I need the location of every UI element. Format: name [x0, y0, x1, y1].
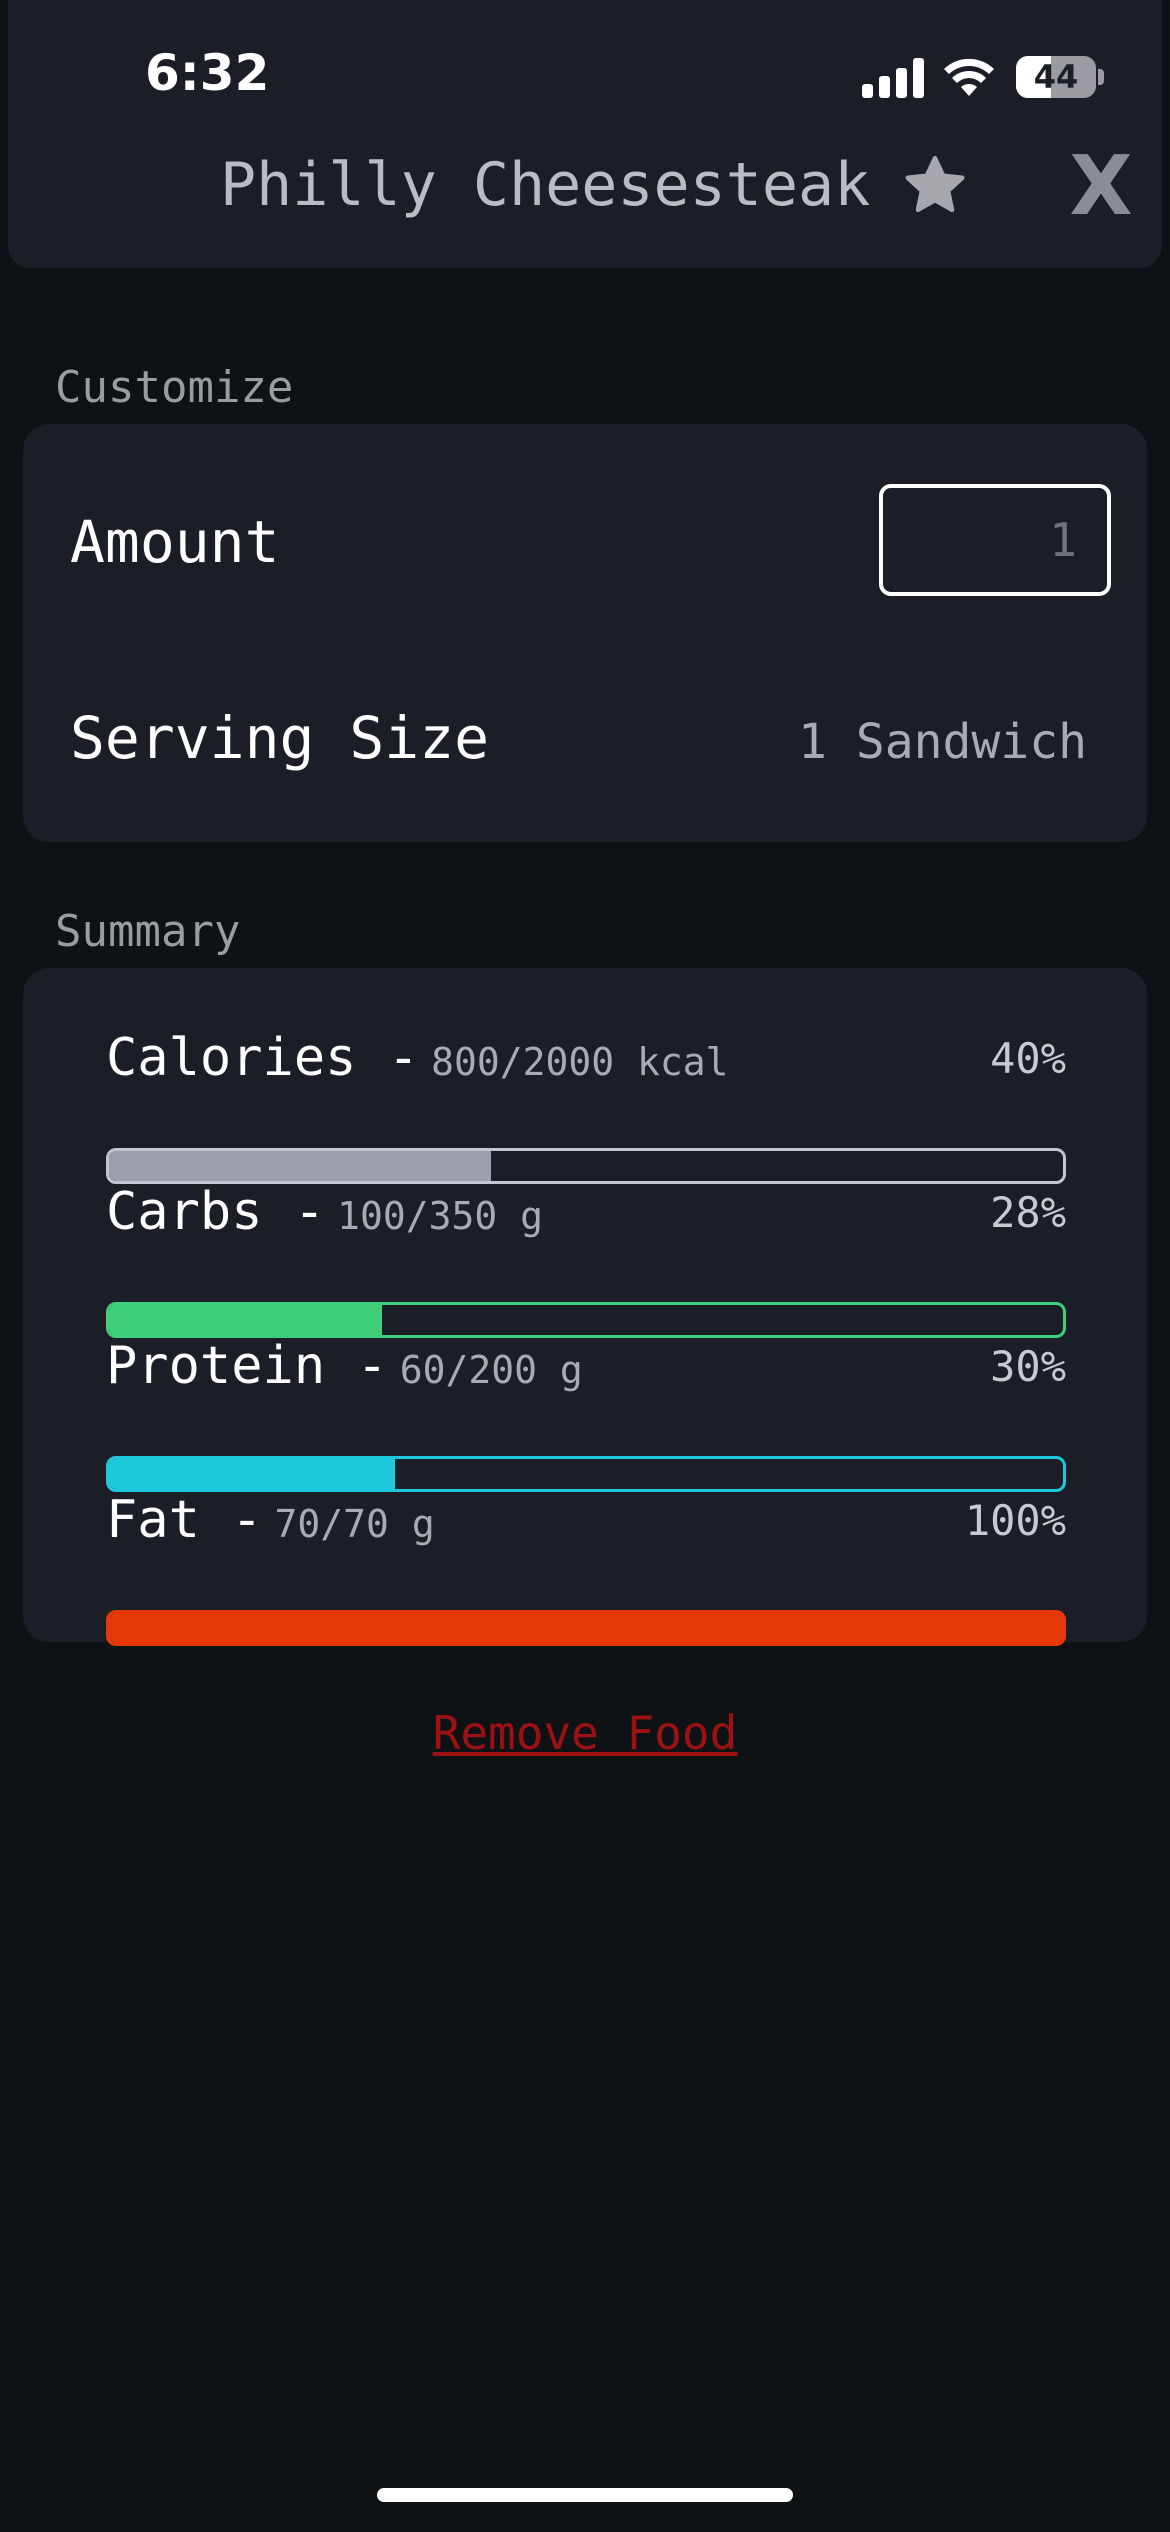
- macro-name: Carbs -: [106, 1182, 326, 1242]
- customize-section-label: Customize: [55, 362, 294, 413]
- macro-amount: 60/200 g: [399, 1348, 583, 1392]
- cellular-signal-icon: [862, 58, 924, 98]
- progress-fill: [109, 1459, 396, 1489]
- macro-name: Protein -: [106, 1336, 388, 1396]
- battery-cap: [1098, 69, 1104, 85]
- header-bar: 6:32 44 Philly Cheesesteak X: [8, 0, 1162, 268]
- progress-fill: [109, 1305, 382, 1335]
- macro-percent: 28%: [990, 1188, 1066, 1237]
- macro-name: Fat -: [106, 1490, 263, 1550]
- amount-input[interactable]: 1: [879, 484, 1111, 596]
- wifi-icon: [944, 58, 994, 96]
- serving-size-selector[interactable]: 1 Sandwich: [798, 714, 1087, 770]
- macro-percent: 40%: [990, 1034, 1066, 1083]
- macro-carbs: Carbs -100/350 g 28%: [106, 1182, 1066, 1338]
- macro-percent: 30%: [990, 1342, 1066, 1391]
- macro-fat: Fat -70/70 g 100%: [106, 1490, 1066, 1646]
- macro-name: Calories -: [106, 1028, 420, 1088]
- macro-calories: Calories -800/2000 kcal 40%: [106, 1028, 1066, 1184]
- progress-fill: [109, 1151, 491, 1181]
- progress-bar: [106, 1302, 1066, 1338]
- customize-card: Amount 1 Serving Size 1 Sandwich: [23, 424, 1147, 842]
- star-icon[interactable]: [901, 152, 969, 220]
- battery-icon: 44: [1016, 56, 1096, 98]
- macro-protein: Protein -60/200 g 30%: [106, 1336, 1066, 1492]
- amount-label: Amount: [70, 508, 280, 576]
- status-time: 6:32: [145, 44, 270, 102]
- macro-amount: 800/2000 kcal: [431, 1040, 729, 1084]
- summary-section-label: Summary: [55, 906, 241, 957]
- remove-food-link[interactable]: Remove Food: [0, 1706, 1170, 1760]
- close-button[interactable]: X: [1066, 146, 1136, 228]
- progress-bar: [106, 1148, 1066, 1184]
- progress-fill: [109, 1613, 1063, 1643]
- battery-level: 44: [1033, 58, 1079, 96]
- macro-percent: 100%: [964, 1496, 1066, 1545]
- progress-bar: [106, 1456, 1066, 1492]
- food-title: Philly Cheesesteak: [220, 150, 871, 220]
- serving-size-label: Serving Size: [70, 704, 490, 772]
- macro-amount: 100/350 g: [337, 1194, 544, 1238]
- macro-amount: 70/70 g: [274, 1502, 435, 1546]
- summary-card: Calories -800/2000 kcal 40% Carbs -100/3…: [23, 968, 1147, 1646]
- progress-bar: [106, 1610, 1066, 1646]
- home-indicator: [377, 2488, 793, 2502]
